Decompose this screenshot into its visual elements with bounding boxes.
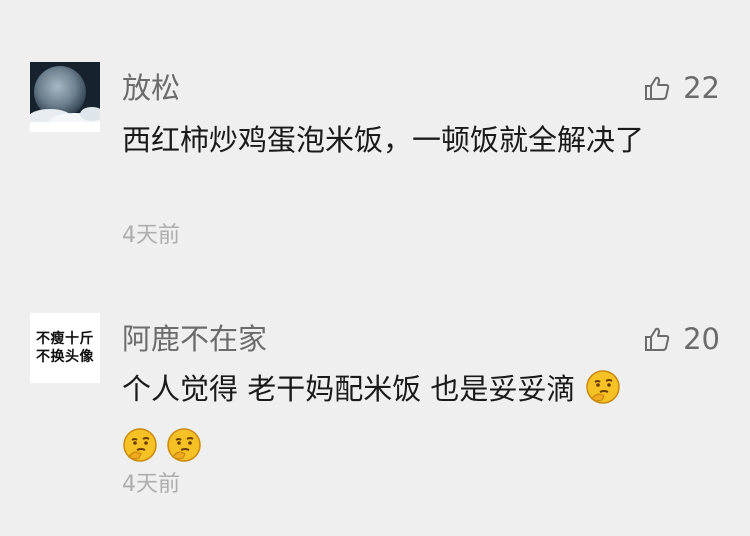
thinking-face-emoji-icon <box>123 428 157 462</box>
like-button[interactable]: 22 <box>643 70 720 106</box>
avatar[interactable] <box>30 62 100 132</box>
thinking-face-emoji-icon <box>167 428 201 462</box>
thumbs-up-icon <box>645 327 670 351</box>
comment-text: 西红柿炒鸡蛋泡米饭，一顿饭就全解决了 <box>122 123 645 157</box>
thumbs-up-icon <box>645 76 670 100</box>
thinking-face-emoji-icon <box>585 370 620 404</box>
comment-text-body: 个人觉得 老干妈配米饭 也是妥妥滴 <box>122 372 576 406</box>
timestamp: 4天前 <box>122 223 180 248</box>
username[interactable]: 放松 <box>122 68 180 108</box>
avatar[interactable]: 不瘦十斤 不换头像 <box>30 313 100 383</box>
moon-clouds-avatar-icon <box>30 62 100 132</box>
like-count: 20 <box>683 322 720 356</box>
timestamp: 4天前 <box>122 472 180 497</box>
avatar-text-line: 不换头像 <box>36 349 94 365</box>
avatar-text-line: 不瘦十斤 <box>36 331 94 347</box>
emoji-row <box>122 421 210 469</box>
like-count: 22 <box>683 71 720 105</box>
username[interactable]: 阿鹿不在家 <box>122 319 267 359</box>
like-button[interactable]: 20 <box>643 321 720 357</box>
comment-text: 个人觉得 老干妈配米饭 也是妥妥滴 <box>122 365 712 413</box>
